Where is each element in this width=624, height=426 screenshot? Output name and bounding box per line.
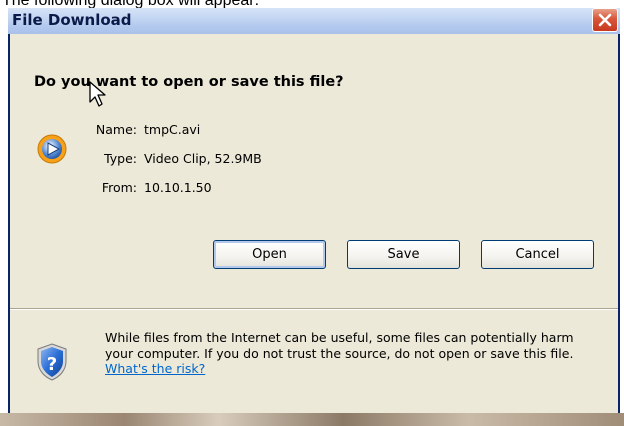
security-shield-icon: ? [37,343,67,381]
name-label: Name: [95,122,137,137]
from-label: From: [101,180,137,195]
file-from-row: From: 10.10.1.50 [90,180,212,195]
file-from-value: 10.10.1.50 [144,180,212,195]
close-icon [598,13,612,27]
dialog-question: Do you want to open or save this file? [34,74,344,90]
title-bar[interactable]: File Download [8,8,620,34]
whats-the-risk-link[interactable]: What's the risk? [105,361,205,376]
file-name-value: tmpC.avi [144,122,201,137]
file-type-row: Type: Video Clip, 52.9MB [90,151,262,166]
cancel-button[interactable]: Cancel [481,240,594,269]
dialog-title: File Download [12,11,132,29]
background-photo-strip [0,413,624,426]
media-player-icon [37,134,67,164]
file-name-row: Name: tmpC.avi [90,122,200,137]
save-button[interactable]: Save [347,240,460,269]
mouse-cursor-icon [89,81,106,107]
divider-highlight [10,309,618,310]
warning-text: While files from the Internet can be use… [105,330,574,361]
type-label: Type: [104,151,137,166]
file-download-dialog: File Download Do you want to open or sav… [8,8,620,413]
close-button[interactable] [592,8,618,32]
svg-text:?: ? [47,354,57,375]
open-button[interactable]: Open [213,240,326,269]
file-type-value: Video Clip, 52.9MB [144,151,262,166]
security-warning: While files from the Internet can be use… [105,330,595,377]
